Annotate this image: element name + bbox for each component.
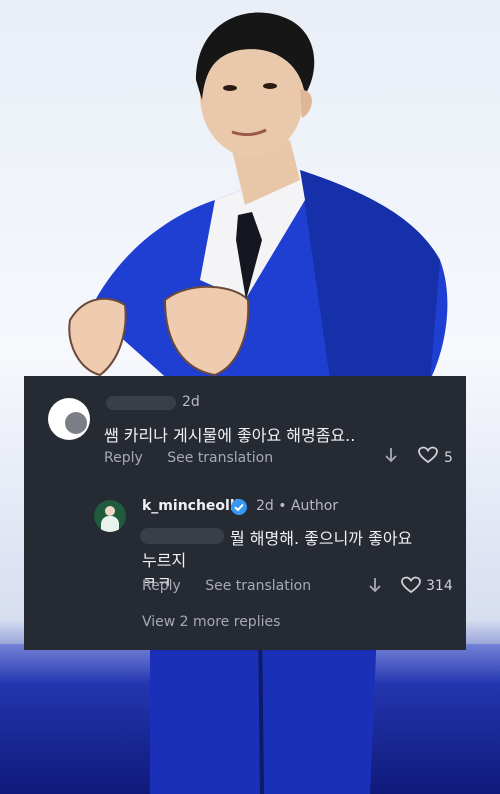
author-label: Author — [290, 498, 339, 514]
reply-like-count: 314 — [426, 578, 453, 594]
reply-actions: Reply See translation — [142, 578, 331, 594]
heart-icon[interactable] — [400, 576, 422, 594]
heart-icon[interactable] — [417, 446, 439, 464]
eye-right — [263, 83, 277, 89]
reply-meta: 2d • Author — [256, 498, 338, 514]
redacted-username — [106, 396, 176, 410]
comment-time: 2d — [182, 394, 200, 410]
eye-left — [223, 85, 237, 91]
left-hand — [68, 297, 127, 377]
background-scene: 2d 쌤 카리나 게시물에 좋아요 해명좀요.. Reply See trans… — [0, 0, 500, 794]
commenter-avatar[interactable] — [48, 398, 90, 440]
view-more-replies[interactable]: View 2 more replies — [142, 614, 280, 630]
author-avatar[interactable] — [94, 500, 126, 532]
reply-button[interactable]: Reply — [104, 450, 143, 466]
comment-text: 쌤 카리나 게시물에 좋아요 해명좀요.. — [104, 426, 356, 445]
author-username[interactable]: k_mincheolll — [142, 498, 239, 514]
down-arrow-icon[interactable] — [384, 446, 398, 464]
down-arrow-icon[interactable] — [368, 576, 382, 594]
see-translation-link[interactable]: See translation — [205, 578, 311, 594]
reply-button[interactable]: Reply — [142, 578, 181, 594]
meta-separator: • — [278, 498, 287, 514]
comment-actions: Reply See translation — [104, 450, 293, 466]
ear — [300, 89, 312, 118]
verified-badge-icon — [231, 499, 247, 515]
comment-card: 2d 쌤 카리나 게시물에 좋아요 해명좀요.. Reply See trans… — [24, 376, 466, 650]
reply-time: 2d — [256, 498, 274, 514]
see-translation-link[interactable]: See translation — [167, 450, 273, 466]
like-count: 5 — [444, 450, 453, 466]
reply-text-line1: 뭘 해명해. 좋으니까 좋아요 누르지 — [142, 529, 413, 570]
